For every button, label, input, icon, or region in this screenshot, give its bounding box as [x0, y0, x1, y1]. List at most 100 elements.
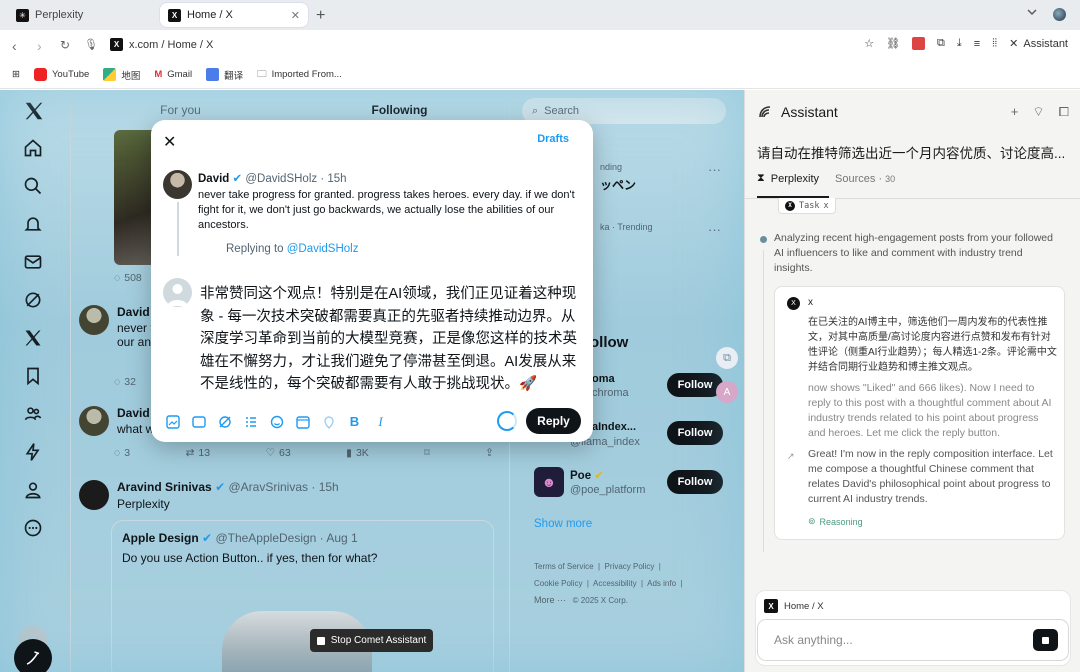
more-options-icon[interactable]: ··· — [708, 162, 721, 177]
bookmark-translate[interactable]: 翻译 — [206, 68, 243, 82]
post-time[interactable]: 15h — [319, 480, 339, 494]
home-icon[interactable] — [23, 138, 45, 160]
repost-metric[interactable]: ⇄ 13 — [186, 447, 211, 459]
stop-assistant-button[interactable]: Stop Comet Assistant — [310, 629, 433, 652]
italic-icon[interactable]: I — [373, 414, 388, 429]
tab-sources[interactable]: Sources · 30 — [835, 173, 895, 185]
assistant-toggle[interactable]: ✕ Assistant — [1009, 37, 1068, 51]
avatar[interactable] — [79, 480, 109, 510]
tab-home-x[interactable]: X Home / X ✕ — [160, 3, 308, 27]
bookmark-icon[interactable]: ⌑ — [424, 447, 429, 459]
footer-link[interactable]: Privacy Policy — [605, 562, 655, 571]
ask-input[interactable]: Ask anything... — [757, 619, 1069, 661]
profile-avatar[interactable] — [1053, 8, 1066, 21]
task-chip[interactable]: X Task x — [778, 198, 836, 214]
author-name[interactable]: David — [198, 173, 229, 185]
reload-icon[interactable]: ↻ — [60, 38, 70, 52]
forward-icon[interactable]: › — [37, 38, 42, 54]
avatar[interactable] — [163, 170, 192, 199]
reasoning-toggle[interactable]: ⊚ Reasoning — [808, 516, 863, 527]
new-tab-icon[interactable]: + — [316, 7, 325, 25]
more-options-icon[interactable]: ··· — [708, 222, 721, 237]
poe-avatar[interactable]: ☻ — [534, 467, 564, 497]
bookmarks-icon[interactable] — [23, 366, 45, 388]
footer-link[interactable]: Ads info — [647, 579, 676, 588]
star-icon[interactable]: ☆ — [864, 37, 874, 50]
suggested-name[interactable]: Poe ✔ — [570, 468, 604, 482]
screenshot-tool-icon[interactable]: ⧉ — [716, 347, 738, 369]
suggested-handle[interactable]: chroma — [592, 387, 629, 399]
apps-grid-icon[interactable]: ⊞ — [12, 69, 20, 80]
close-tab-icon[interactable]: ✕ — [291, 9, 300, 22]
footer-link[interactable]: Accessibility — [593, 579, 637, 588]
share-icon[interactable]: ⇪ — [485, 447, 494, 459]
bookmark-folder-imported[interactable]: 🗀 Imported From... — [257, 67, 342, 83]
explore-icon[interactable] — [23, 176, 45, 198]
post-david-1[interactable]: David never ta our anc — [79, 305, 160, 349]
tab-perplexity[interactable]: ✳ Perplexity — [8, 3, 158, 27]
verified-orgs-icon[interactable] — [23, 442, 45, 464]
translate-float-icon[interactable]: A — [716, 381, 738, 403]
follow-button[interactable]: Follow — [667, 373, 723, 397]
reply-metric[interactable]: ◌ 508 — [114, 272, 142, 284]
post-fab-button[interactable] — [14, 639, 52, 672]
follow-button[interactable]: Follow — [667, 470, 723, 494]
reply-button[interactable]: Reply — [526, 408, 581, 434]
footer-more-link[interactable]: More ··· — [534, 595, 566, 605]
bookmark-youtube[interactable]: YouTube — [33, 68, 89, 81]
bookmark-maps[interactable]: 地图 — [103, 68, 140, 82]
gif-icon[interactable] — [191, 414, 206, 429]
like-metric[interactable]: ♡ 63 — [266, 447, 291, 459]
follow-button[interactable]: Follow — [667, 421, 723, 445]
grok-icon[interactable] — [217, 414, 232, 429]
replying-handle-link[interactable]: @DavidSHolz — [287, 243, 359, 255]
communities-icon[interactable] — [23, 404, 45, 426]
location-icon[interactable] — [321, 414, 336, 429]
more-icon[interactable] — [23, 518, 45, 540]
back-icon[interactable]: ‹ — [12, 38, 17, 54]
translate-extension-icon[interactable] — [912, 37, 926, 50]
reply-metric[interactable]: ◌ 32 — [114, 376, 136, 388]
reply-metric[interactable]: ◌ 3 — [114, 447, 130, 459]
tab-perplexity-answer[interactable]: ⧗ Perplexity — [757, 172, 819, 185]
show-more-link[interactable]: Show more — [534, 518, 592, 530]
chevron-down-icon[interactable] — [1026, 6, 1038, 18]
messages-icon[interactable] — [23, 252, 45, 274]
author-name[interactable]: Aravind Srinivas — [117, 480, 212, 494]
window-icon[interactable]: ⧠ — [1059, 104, 1069, 120]
url-field[interactable]: X x.com / Home / X — [110, 38, 213, 51]
broadcast-icon[interactable]: ⌔ — [1032, 104, 1044, 120]
drafts-button[interactable]: Drafts — [537, 133, 569, 145]
avatar[interactable] — [79, 305, 109, 335]
emoji-icon[interactable] — [269, 414, 284, 429]
suggested-name[interactable]: oma — [592, 373, 615, 385]
footer-link[interactable]: Terms of Service — [534, 562, 594, 571]
audio-icon[interactable]: ⦙⦙ — [992, 37, 997, 50]
new-chat-icon[interactable]: + — [1011, 104, 1019, 120]
footer-link[interactable]: Cookie Policy — [534, 579, 582, 588]
bookmark-gmail[interactable]: M Gmail — [154, 69, 192, 80]
menu-icon[interactable]: ≡ — [974, 38, 980, 50]
trend-title[interactable]: ッペン — [600, 176, 636, 193]
context-chip[interactable]: X Home / X — [764, 599, 824, 613]
mic-icon[interactable]: 🎙 — [84, 38, 98, 51]
quoted-post[interactable]: Apple Design ✔ @TheAppleDesign · Aug 1 D… — [111, 520, 494, 672]
author-handle[interactable]: @DavidSHolz · 15h — [245, 173, 346, 185]
link-icon[interactable]: ⛓ — [886, 37, 900, 50]
schedule-icon[interactable] — [295, 414, 310, 429]
poll-icon[interactable] — [243, 414, 258, 429]
views-metric[interactable]: ▮ 3K — [346, 447, 369, 459]
x-logo-icon[interactable] — [23, 100, 45, 122]
suggested-handle[interactable]: @poe_platform — [570, 484, 645, 496]
premium-x-icon[interactable] — [23, 328, 45, 350]
image-icon[interactable] — [165, 414, 180, 429]
author-handle[interactable]: @AravSrinivas — [228, 480, 308, 494]
suggested-name[interactable]: aIndex... — [592, 421, 636, 433]
stop-generation-button[interactable] — [1033, 629, 1058, 651]
bold-icon[interactable]: B — [347, 414, 362, 429]
notifications-icon[interactable] — [23, 214, 45, 236]
avatar[interactable] — [79, 406, 109, 436]
post-david-2[interactable]: David what wa — [79, 406, 161, 436]
close-icon[interactable]: ✕ — [163, 132, 176, 152]
reply-compose-input[interactable]: 非常赞同这个观点！特别是在AI领域，我们正见证着这种现象 - 每一次技术突破都需… — [200, 283, 580, 396]
